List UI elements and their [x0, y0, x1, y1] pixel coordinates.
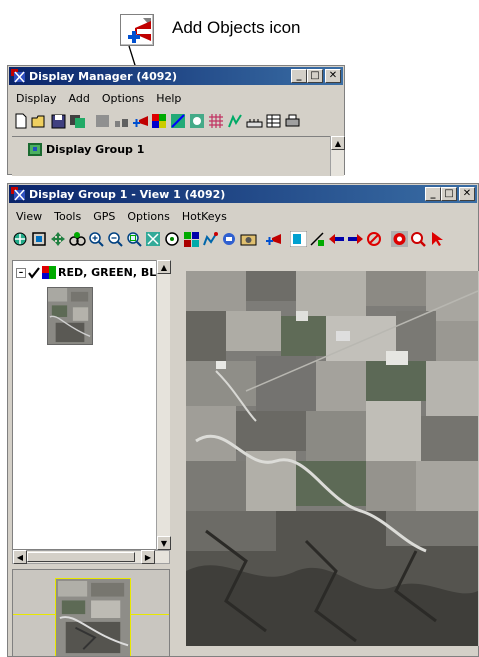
zoom-full-icon[interactable] — [145, 231, 162, 247]
window-title: Display Manager (4092) — [29, 69, 178, 83]
menu-gps[interactable]: GPS — [87, 210, 121, 223]
display-group-icon — [28, 143, 42, 156]
pan-icon[interactable] — [12, 231, 29, 247]
layer-thumbnail[interactable] — [47, 287, 93, 345]
close-button[interactable]: ✕ — [459, 187, 475, 201]
minimize-button[interactable]: _ — [291, 69, 307, 83]
zoom-in-icon[interactable] — [88, 231, 105, 247]
layer-tree: Display Group 1 — [12, 136, 332, 176]
menu-help[interactable]: Help — [150, 92, 187, 105]
magnify-icon[interactable] — [410, 231, 427, 247]
layer-list-pane: – RED, GREEN, BLU — [12, 260, 170, 550]
new-icon[interactable] — [12, 113, 29, 129]
overview-pane — [12, 569, 170, 657]
add-objects-icon — [128, 18, 151, 43]
rgb-layer-icon[interactable] — [151, 113, 168, 129]
callout-label: Add Objects icon — [172, 18, 301, 37]
clear-icon[interactable] — [366, 231, 383, 247]
overview-crosshair — [131, 614, 169, 615]
chart-icon[interactable] — [227, 113, 244, 129]
overview-crosshair — [13, 614, 55, 615]
clone-icon[interactable] — [69, 113, 86, 129]
menu-view[interactable]: View — [10, 210, 48, 223]
fit-icon[interactable] — [31, 231, 48, 247]
gray-layer-icon[interactable] — [94, 113, 111, 129]
display-manager-window: Display Manager (4092) _ □ ✕ Display Add… — [7, 65, 345, 176]
gps-icon[interactable] — [164, 231, 181, 247]
scroll-up-button[interactable]: ▲ — [157, 260, 171, 274]
display-group-item[interactable]: Display Group 1 — [28, 143, 144, 156]
record-icon[interactable] — [391, 231, 408, 247]
menu-add[interactable]: Add — [63, 92, 96, 105]
snapshot-icon[interactable] — [240, 231, 257, 247]
maximize-button[interactable]: □ — [307, 69, 323, 83]
checkmark-icon[interactable] — [28, 266, 40, 279]
move-icon[interactable] — [50, 231, 67, 247]
window-title: Display Group 1 - View 1 (4092) — [29, 187, 226, 201]
vector-icon[interactable] — [170, 113, 187, 129]
scroll-right-button[interactable]: ▶ — [141, 550, 155, 564]
minimize-button[interactable]: _ — [425, 187, 441, 201]
grid-icon[interactable] — [208, 113, 225, 129]
edit-icon[interactable] — [113, 113, 130, 129]
measure-icon[interactable] — [221, 231, 238, 247]
menu-display[interactable]: Display — [10, 92, 63, 105]
map-view[interactable] — [186, 271, 479, 646]
overview-icon[interactable] — [69, 231, 86, 247]
title-bar[interactable]: Display Manager (4092) _ □ ✕ — [9, 67, 343, 85]
swipe-icon[interactable] — [183, 231, 200, 247]
menu-options[interactable]: Options — [121, 210, 175, 223]
app-icon — [11, 69, 27, 83]
cursor-info-icon[interactable] — [290, 231, 307, 247]
layer-label: RED, GREEN, BLU — [58, 266, 165, 279]
overview-thumbnail[interactable] — [55, 578, 131, 657]
scroll-down-button[interactable]: ▼ — [157, 536, 171, 550]
forward-icon[interactable] — [347, 231, 364, 247]
add-objects-icon[interactable] — [132, 113, 149, 129]
add-objects-icon-callout — [120, 14, 154, 46]
layer-vertical-scrollbar[interactable]: ▲ ▼ — [156, 260, 171, 550]
add-objects-icon[interactable] — [265, 231, 282, 247]
scroll-thumb[interactable] — [27, 552, 135, 562]
layer-horizontal-scrollbar[interactable]: ◀ ▶ — [12, 550, 170, 564]
select-icon[interactable] — [429, 231, 446, 247]
vertical-scrollbar[interactable]: ▲ — [330, 136, 345, 176]
menu-tools[interactable]: Tools — [48, 210, 87, 223]
rgb-layer-icon — [42, 266, 56, 279]
satellite-image[interactable] — [186, 271, 478, 646]
zoom-box-icon[interactable] — [126, 231, 143, 247]
menu-options[interactable]: Options — [96, 92, 150, 105]
print-icon[interactable] — [284, 113, 301, 129]
ruler-icon[interactable] — [246, 113, 263, 129]
maximize-button[interactable]: □ — [441, 187, 457, 201]
layer-item[interactable]: – RED, GREEN, BLU — [16, 266, 165, 279]
display-group-label: Display Group 1 — [46, 143, 145, 156]
toolbar — [12, 228, 476, 250]
scroll-left-button[interactable]: ◀ — [13, 550, 27, 564]
title-bar[interactable]: Display Group 1 - View 1 (4092) _ □ ✕ — [9, 185, 477, 203]
scroll-up-button[interactable]: ▲ — [331, 136, 345, 150]
close-button[interactable]: ✕ — [325, 69, 341, 83]
menu-bar: Display Add Options Help — [10, 88, 342, 108]
link-icon[interactable] — [309, 231, 326, 247]
toolbar — [12, 110, 342, 132]
profile-icon[interactable] — [202, 231, 219, 247]
menu-hotkeys[interactable]: HotKeys — [176, 210, 233, 223]
menu-bar: View Tools GPS Options HotKeys — [10, 206, 476, 226]
table-icon[interactable] — [265, 113, 282, 129]
save-icon[interactable] — [50, 113, 67, 129]
collapse-toggle[interactable]: – — [16, 267, 26, 278]
back-icon[interactable] — [328, 231, 345, 247]
display-view-window: Display Group 1 - View 1 (4092) _ □ ✕ Vi… — [7, 183, 479, 657]
open-icon[interactable] — [31, 113, 48, 129]
annotation-icon[interactable] — [189, 113, 206, 129]
app-icon — [11, 187, 27, 201]
zoom-out-icon[interactable] — [107, 231, 124, 247]
